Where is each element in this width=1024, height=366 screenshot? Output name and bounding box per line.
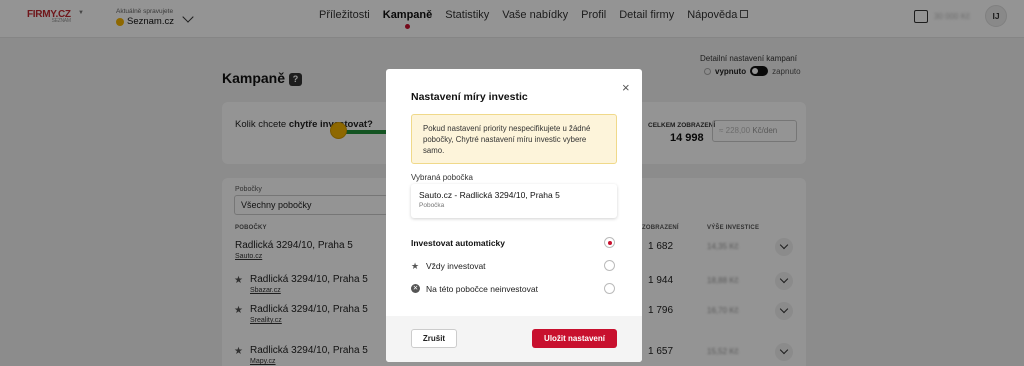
investment-settings-modal: Nastavení míry investic × Pokud nastaven… [386,69,642,362]
option-always-invest[interactable]: ★ Vždy investovat [411,260,617,274]
cross-circle-icon: ✕ [411,284,420,293]
option-label: Vždy investovat [426,261,486,271]
modal-title: Nastavení míry investic [411,91,528,103]
option-invest-automatically[interactable]: Investovat automaticky [411,237,617,251]
cancel-button[interactable]: Zrušit [411,329,457,348]
modal-footer: Zrušit Uložit nastavení [386,316,642,362]
radio-always-invest[interactable] [604,260,615,271]
option-do-not-invest[interactable]: ✕ Na této pobočce neinvestovat [411,283,617,297]
option-label: Na této pobočce neinvestovat [426,284,538,294]
radio-invest-automatically[interactable] [604,237,615,248]
close-icon[interactable]: × [622,81,630,94]
selected-branch-card: Sauto.cz - Radlická 3294/10, Praha 5 Pob… [411,184,617,218]
radio-do-not-invest[interactable] [604,283,615,294]
save-settings-button[interactable]: Uložit nastavení [532,329,617,348]
selected-branch-name: Sauto.cz - Radlická 3294/10, Praha 5 [419,190,560,200]
selected-branch-type: Pobočka [419,202,445,209]
star-icon: ★ [411,261,420,271]
selected-branch-label: Vybraná pobočka [411,173,473,182]
warning-notice: Pokud nastavení priority nespecifikujete… [411,114,617,164]
option-label: Investovat automaticky [411,238,506,248]
